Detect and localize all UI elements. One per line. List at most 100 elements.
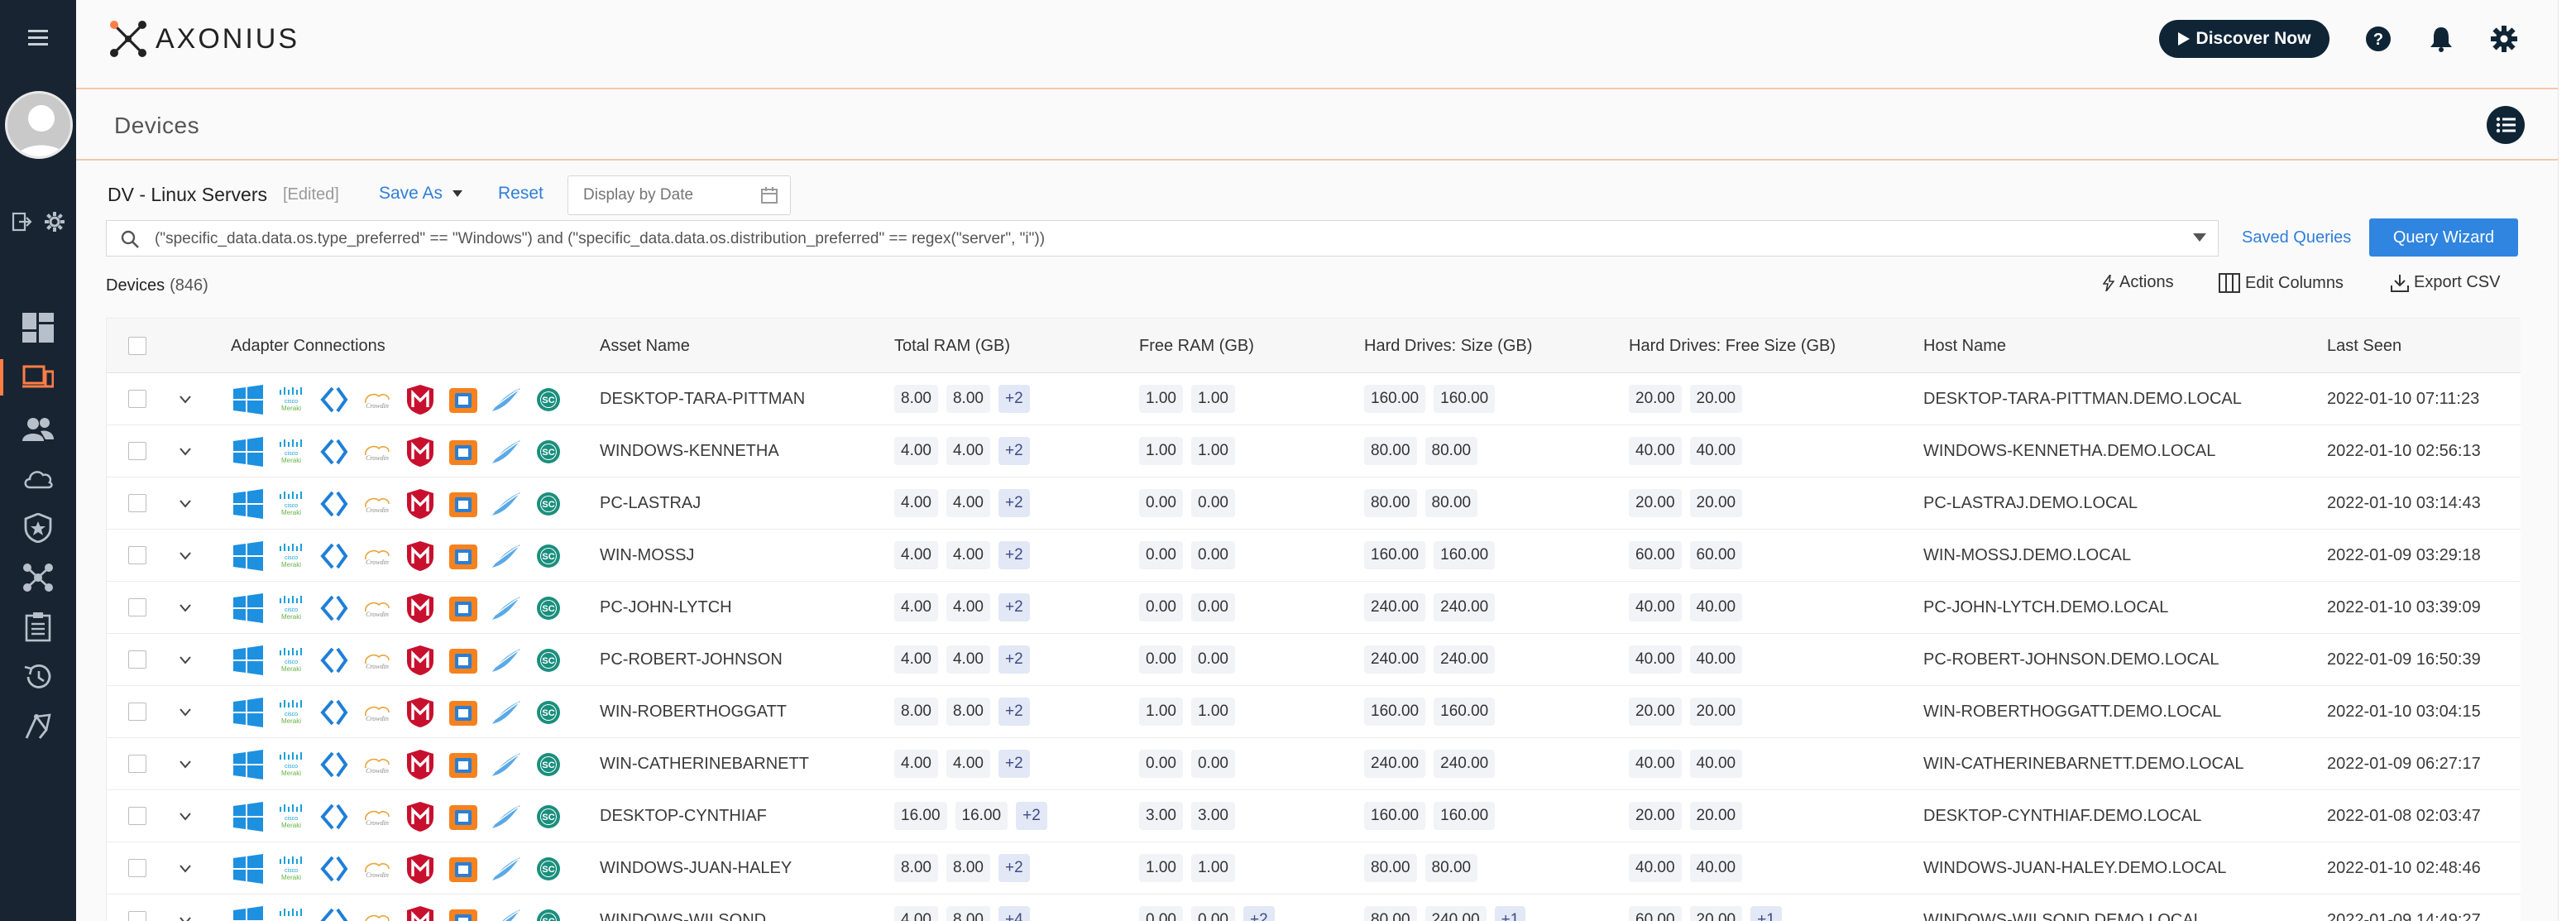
cisco-meraki-icon[interactable]: ciscoMeraki <box>274 383 309 416</box>
table-row[interactable]: cisco Meraki Crowdin SC WINDOWS-KENNETHA 4.00… <box>107 425 2521 477</box>
sidebar-item-vulnerabilities[interactable] <box>15 506 61 549</box>
sidebar-item-enforcements[interactable] <box>15 556 61 599</box>
cloud-logo-icon[interactable]: Crowdin <box>360 748 395 781</box>
cisco-meraki-icon[interactable]: ciscoMeraki <box>274 644 309 677</box>
cloud-logo-icon[interactable]: Crowdin <box>360 904 395 921</box>
feather-icon[interactable] <box>489 852 524 885</box>
sc-icon[interactable]: SC <box>532 644 567 677</box>
feather-icon[interactable] <box>489 592 524 625</box>
expand-row-chevron-icon[interactable] <box>180 654 191 665</box>
query-wizard-button[interactable]: Query Wizard <box>2369 218 2518 257</box>
row-checkbox[interactable] <box>128 755 146 773</box>
expand-row-chevron-icon[interactable] <box>180 758 191 770</box>
sc-icon[interactable]: SC <box>532 540 567 573</box>
code-bracket-icon[interactable] <box>317 696 352 729</box>
sidebar-item-activity[interactable] <box>15 655 61 698</box>
feather-icon[interactable] <box>489 748 524 781</box>
mcafee-icon[interactable] <box>403 644 438 677</box>
windows-icon[interactable] <box>231 748 266 781</box>
windows-icon[interactable] <box>231 435 266 468</box>
mcafee-icon[interactable] <box>403 800 438 833</box>
expand-row-chevron-icon[interactable] <box>180 706 191 717</box>
cisco-meraki-icon[interactable]: ciscoMeraki <box>274 435 309 468</box>
table-row[interactable]: cisco Meraki Crowdin SC PC-ROBERT-JOHNSON 4.0… <box>107 634 2521 686</box>
column-header-free-ram[interactable]: Free RAM (GB) <box>1139 337 1254 356</box>
feather-icon[interactable] <box>489 696 524 729</box>
more-values-badge[interactable]: +2 <box>998 385 1030 413</box>
expand-row-chevron-icon[interactable] <box>180 497 191 509</box>
actions-button[interactable]: Actions <box>2103 273 2174 292</box>
virtualbox-icon[interactable] <box>446 383 481 416</box>
windows-icon[interactable] <box>231 800 266 833</box>
code-bracket-icon[interactable] <box>317 748 352 781</box>
mcafee-icon[interactable] <box>403 383 438 416</box>
virtualbox-icon[interactable] <box>446 696 481 729</box>
windows-icon[interactable] <box>231 904 266 921</box>
sidebar-item-cloud[interactable] <box>15 457 61 500</box>
logout-icon[interactable] <box>8 209 35 235</box>
feather-icon[interactable] <box>489 904 524 921</box>
mcafee-icon[interactable] <box>403 592 438 625</box>
windows-icon[interactable] <box>231 540 266 573</box>
virtualbox-icon[interactable] <box>446 644 481 677</box>
sidebar-item-devices[interactable] <box>0 356 61 399</box>
column-header-host-name[interactable]: Host Name <box>1923 337 2006 356</box>
export-csv-button[interactable]: Export CSV <box>2391 273 2500 292</box>
cloud-logo-icon[interactable]: Crowdin <box>360 592 395 625</box>
feather-icon[interactable] <box>489 435 524 468</box>
cloud-logo-icon[interactable]: Crowdin <box>360 383 395 416</box>
save-as-dropdown[interactable]: Save As <box>379 184 463 204</box>
column-header-asset-name[interactable]: Asset Name <box>600 337 690 356</box>
virtualbox-icon[interactable] <box>446 487 481 520</box>
cisco-meraki-icon[interactable]: ciscoMeraki <box>274 852 309 885</box>
more-values-badge[interactable]: +2 <box>1243 906 1275 921</box>
feather-icon[interactable] <box>489 800 524 833</box>
cisco-meraki-icon[interactable]: ciscoMeraki <box>274 540 309 573</box>
virtualbox-icon[interactable] <box>446 748 481 781</box>
windows-icon[interactable] <box>231 644 266 677</box>
expand-row-chevron-icon[interactable] <box>180 393 191 405</box>
code-bracket-icon[interactable] <box>317 800 352 833</box>
more-values-badge[interactable]: +2 <box>998 437 1030 465</box>
cisco-meraki-icon[interactable]: ciscoMeraki <box>274 904 309 921</box>
code-bracket-icon[interactable] <box>317 852 352 885</box>
table-row[interactable]: cisco Meraki Crowdin SC WIN-ROBERTHOGGATT 8.0… <box>107 686 2521 738</box>
cisco-meraki-icon[interactable]: ciscoMeraki <box>274 592 309 625</box>
sc-icon[interactable]: SC <box>532 435 567 468</box>
sc-icon[interactable]: SC <box>532 487 567 520</box>
windows-icon[interactable] <box>231 383 266 416</box>
more-values-badge[interactable]: +1 <box>1750 906 1782 921</box>
gear-icon[interactable] <box>41 209 68 235</box>
more-values-badge[interactable]: +2 <box>1016 802 1047 830</box>
virtualbox-icon[interactable] <box>446 852 481 885</box>
column-header-hd-free[interactable]: Hard Drives: Free Size (GB) <box>1629 337 1836 356</box>
windows-icon[interactable] <box>231 487 266 520</box>
cloud-logo-icon[interactable]: Crowdin <box>360 696 395 729</box>
code-bracket-icon[interactable] <box>317 540 352 573</box>
sc-icon[interactable]: SC <box>532 696 567 729</box>
row-checkbox[interactable] <box>128 546 146 564</box>
more-values-badge[interactable]: +2 <box>998 645 1030 674</box>
code-bracket-icon[interactable] <box>317 487 352 520</box>
more-values-badge[interactable]: +2 <box>998 854 1030 882</box>
cisco-meraki-icon[interactable]: ciscoMeraki <box>274 800 309 833</box>
row-checkbox[interactable] <box>128 390 146 408</box>
expand-row-chevron-icon[interactable] <box>180 862 191 874</box>
code-bracket-icon[interactable] <box>317 904 352 921</box>
row-checkbox[interactable] <box>128 807 146 825</box>
settings-gear-icon[interactable] <box>2488 23 2520 55</box>
sc-icon[interactable]: SC <box>532 852 567 885</box>
sidebar-item-reports[interactable] <box>15 606 61 649</box>
table-row[interactable]: ciscoMeraki Crowdin SC WINDOWS-WILSOND 4.00 8… <box>107 895 2521 921</box>
windows-icon[interactable] <box>231 852 266 885</box>
saved-queries-link[interactable]: Saved Queries <box>2242 228 2351 247</box>
table-row[interactable]: cisco Meraki Crowdin SC DESKTOP-TARA-PITTMAN… <box>107 373 2521 425</box>
avatar[interactable] <box>5 91 73 159</box>
column-header-hd-size[interactable]: Hard Drives: Size (GB) <box>1364 337 1532 356</box>
query-search-bar[interactable] <box>106 220 2219 257</box>
code-bracket-icon[interactable] <box>317 435 352 468</box>
mcafee-icon[interactable] <box>403 435 438 468</box>
virtualbox-icon[interactable] <box>446 435 481 468</box>
mcafee-icon[interactable] <box>403 748 438 781</box>
expand-row-chevron-icon[interactable] <box>180 602 191 613</box>
